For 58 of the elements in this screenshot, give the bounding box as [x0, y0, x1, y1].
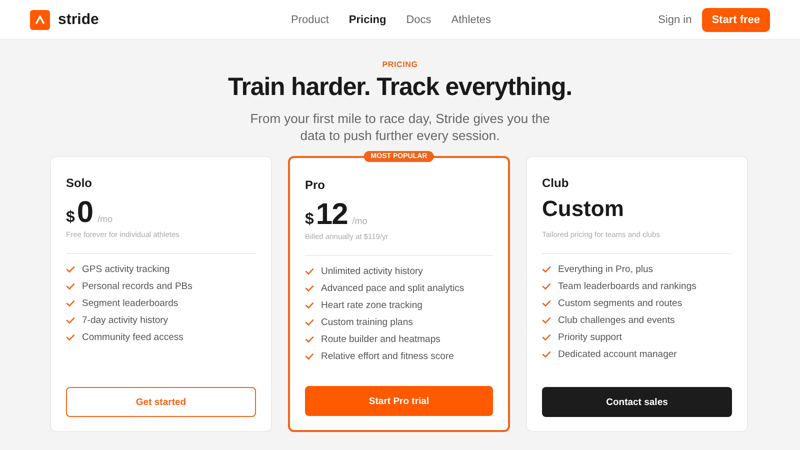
- check-icon: [305, 319, 314, 326]
- check-icon: [66, 283, 75, 290]
- feature-text: Personal records and PBs: [82, 281, 192, 292]
- sign-in-link[interactable]: Sign in: [658, 14, 692, 26]
- logo-icon: [30, 10, 50, 30]
- check-icon: [542, 300, 551, 307]
- price-amount: 0: [76, 196, 93, 230]
- feature-text: Custom training plans: [321, 317, 413, 328]
- currency-symbol: $: [66, 209, 75, 227]
- plan-button[interactable]: Get started: [66, 387, 256, 417]
- feature-text: Unlimited activity history: [321, 266, 423, 277]
- check-icon: [305, 285, 314, 292]
- feature-text: Everything in Pro, plus: [558, 264, 654, 275]
- feature-text: Route builder and heatmaps: [321, 334, 440, 345]
- plan-button[interactable]: Start Pro trial: [305, 386, 493, 416]
- check-icon: [542, 334, 551, 341]
- start-free-button[interactable]: Start free: [702, 8, 770, 32]
- nav-link[interactable]: Docs: [406, 14, 432, 26]
- page-title: Train harder. Track everything.: [226, 73, 574, 102]
- plan-name: Pro: [305, 178, 326, 192]
- plan-button[interactable]: Contact sales: [542, 387, 732, 417]
- check-icon: [66, 266, 75, 273]
- check-icon: [66, 334, 75, 341]
- feature-text: Club challenges and events: [558, 315, 675, 326]
- feature-text: Community feed access: [82, 332, 184, 343]
- feature-text: Priority support: [558, 332, 622, 343]
- feature-text: Dedicated account manager: [558, 349, 677, 360]
- check-icon: [66, 300, 75, 307]
- price-period: /mo: [98, 214, 113, 224]
- check-icon: [542, 351, 551, 358]
- feature-text: Advanced pace and split analytics: [321, 283, 464, 294]
- plan-name: Solo: [66, 176, 93, 190]
- price-amount: Custom: [542, 196, 624, 222]
- page-subtitle: From your first mile to race day, Stride gives you the data to push further every session.: [250, 110, 550, 144]
- nav-link[interactable]: Product: [291, 14, 329, 26]
- feature-text: GPS activity tracking: [82, 264, 170, 275]
- check-icon: [305, 268, 314, 275]
- feature-text: Heart rate zone tracking: [321, 300, 422, 311]
- feature-text: Relative effort and fitness score: [321, 351, 454, 362]
- check-icon: [542, 266, 551, 273]
- check-icon: [305, 302, 314, 309]
- nav-link[interactable]: Pricing: [348, 14, 386, 26]
- eyebrow-label: PRICING: [381, 60, 419, 69]
- nav-link[interactable]: Athletes: [451, 14, 492, 26]
- check-icon: [305, 336, 314, 343]
- check-icon: [305, 353, 314, 360]
- check-icon: [542, 317, 551, 324]
- price-period: /mo: [352, 216, 368, 226]
- check-icon: [542, 283, 551, 290]
- check-icon: [66, 317, 75, 324]
- feature-text: 7-day activity history: [82, 315, 168, 326]
- plan-name: Club: [542, 176, 570, 190]
- price-amount: 12: [316, 198, 348, 232]
- brand-name[interactable]: stride: [58, 11, 99, 28]
- feature-text: Custom segments and routes: [558, 298, 682, 309]
- currency-symbol: $: [305, 211, 314, 229]
- feature-text: Team leaderboards and rankings: [558, 281, 696, 292]
- feature-text: Segment leaderboards: [82, 298, 178, 309]
